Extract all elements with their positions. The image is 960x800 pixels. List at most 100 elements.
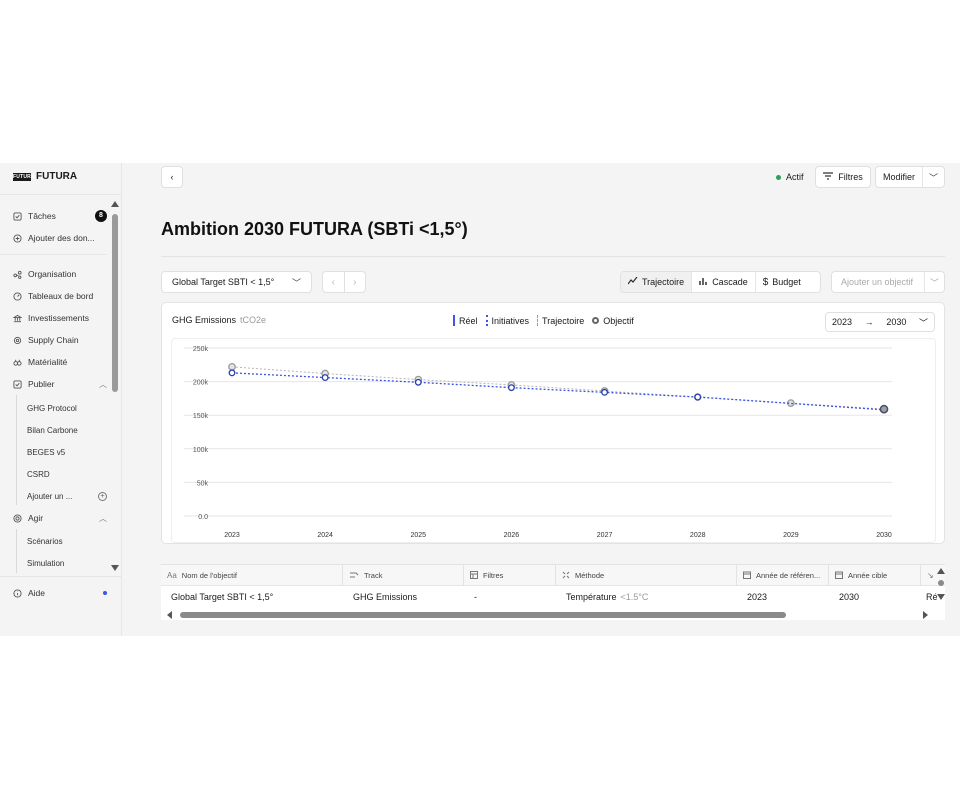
scroll-right-arrow[interactable] (923, 611, 928, 619)
plus-icon[interactable]: + (98, 491, 107, 501)
legend-swatch (592, 317, 600, 324)
column-label: Année cible (848, 571, 888, 580)
year-range-select[interactable]: 2023 → 2030 ﹀ (825, 312, 935, 332)
legend-item-initiatives[interactable]: Initiatives (485, 315, 530, 326)
scroll-up-arrow[interactable] (937, 568, 945, 574)
cell-target-year: 2030 (839, 592, 860, 602)
table-horizontal-scrollbar[interactable] (161, 610, 931, 619)
sidebar-item-publier[interactable]: Publier ︿ (13, 376, 107, 392)
sidebar-sub-beges[interactable]: BEGES v5 (27, 444, 107, 460)
cell-name[interactable]: Global Target SBTI < 1,5° (171, 592, 273, 602)
data-point-trajectoire (228, 362, 236, 371)
method-icon (562, 571, 570, 581)
target-select[interactable]: Global Target SBTI < 1,5° ﹀ (161, 271, 312, 293)
sidebar-item-supply-chain[interactable]: Supply Chain (13, 332, 107, 348)
sidebar: FUTURA FUTURA Tâches 8 Ajouter des don..… (0, 163, 122, 636)
scroll-thumb[interactable] (180, 612, 786, 618)
scroll-left-arrow[interactable] (167, 611, 172, 619)
column-header-method[interactable]: Méthode (556, 565, 737, 586)
data-point-initiatives (507, 384, 515, 392)
brand-logo: FUTURA (13, 172, 35, 181)
sidebar-sub-ghg-protocol[interactable]: GHG Protocol (27, 400, 107, 416)
text-icon: Aa (167, 571, 177, 580)
x-tick-label: 2027 (597, 532, 613, 539)
sidebar-item-dashboards[interactable]: Tableaux de bord (13, 288, 107, 304)
chevron-down-icon: ﹀ (924, 272, 944, 292)
checkbox-icon (13, 211, 22, 221)
trend-icon (627, 276, 638, 287)
column-header-more[interactable]: ↘ (921, 565, 937, 586)
sidebar-item-investments[interactable]: Investissements (13, 310, 107, 326)
column-header-track[interactable]: Track (343, 565, 464, 586)
sidebar-sub-label: Ajouter un ... (27, 491, 73, 501)
bank-icon (13, 314, 22, 323)
sidebar-sub-add-report[interactable]: Ajouter un ... + (27, 488, 107, 504)
dashboard-icon (13, 291, 22, 301)
sidebar-sub-simulation[interactable]: Simulation (27, 555, 107, 571)
legend-label: Initiatives (491, 315, 530, 326)
scroll-down-arrow[interactable] (111, 565, 119, 571)
brand-name: FUTURA (36, 171, 78, 182)
view-trajectoire[interactable]: Trajectoire (621, 272, 693, 292)
scroll-thumb[interactable] (938, 580, 944, 586)
legend-item-reel[interactable]: Réel (453, 315, 478, 326)
sidebar-item-label: Investissements (28, 313, 89, 323)
sidebar-item-organisation[interactable]: Organisation (13, 266, 107, 282)
filter-icon (823, 172, 834, 182)
prev-arrow-icon[interactable]: ‹ (323, 272, 345, 292)
trend-down-icon: ↘ (927, 571, 934, 580)
sidebar-item-taches[interactable]: Tâches 8 (13, 208, 107, 224)
legend-item-trajectoire[interactable]: Trajectoire (537, 315, 584, 326)
scroll-thumb[interactable] (112, 214, 118, 392)
chevron-down-icon[interactable]: ﹀ (922, 167, 944, 187)
view-label: Cascade (712, 277, 748, 287)
chevron-up-icon[interactable]: ︿ (99, 379, 107, 390)
scroll-down-arrow[interactable] (937, 594, 945, 600)
legend-item-objectif[interactable]: Objectif (592, 316, 634, 326)
data-point-initiatives (414, 378, 422, 386)
column-label: Filtres (483, 571, 504, 580)
sidebar-item-add-data[interactable]: Ajouter des don... (13, 230, 107, 246)
help-icon (13, 588, 22, 598)
add-objective-select[interactable]: Ajouter un objectif ﹀ (831, 271, 945, 293)
series-line-trajectoire (231, 366, 885, 410)
sidebar-item-label: Supply Chain (28, 335, 79, 345)
edit-button[interactable]: Modifier (876, 172, 915, 182)
chevron-down-icon: ﹀ (918, 317, 928, 328)
scroll-up-arrow[interactable] (111, 201, 119, 207)
sidebar-item-agir[interactable]: Agir ︿ (13, 510, 107, 526)
sidebar-item-label: Matérialité (28, 357, 68, 367)
sidebar-item-materiality[interactable]: Matérialité (13, 354, 107, 370)
legend-label: Trajectoire (542, 315, 585, 326)
column-header-ref-year[interactable]: Année de référen... (737, 565, 829, 586)
sidebar-item-label: Ajouter des don... (28, 233, 95, 243)
column-header-target-year[interactable]: Année cible (829, 565, 921, 586)
objective-marker (879, 404, 889, 414)
view-budget[interactable]: $ Budget (756, 272, 808, 292)
brand[interactable]: FUTURA FUTURA (13, 171, 77, 182)
chart-card: GHG Emissions tCO2e Réel Initiatives Traj… (161, 302, 945, 544)
sidebar-sub-csrd[interactable]: CSRD (27, 466, 107, 482)
calendar-icon (835, 571, 843, 581)
sidebar-divider (0, 254, 107, 255)
add-objective-placeholder: Ajouter un objectif (841, 277, 914, 287)
sidebar-sub-bilan-carbone[interactable]: Bilan Carbone (27, 422, 107, 438)
sidebar-scrollbar[interactable] (111, 201, 119, 571)
next-arrow-icon[interactable]: › (345, 272, 366, 292)
sidebar-sub-scenarios[interactable]: Scénarios (27, 533, 107, 549)
emissions-chart: 0.0 50k 100k 150k 200k 250k 2023 2024 2025 2026 20… (184, 346, 892, 539)
app-window: FUTURA FUTURA Tâches 8 Ajouter des don..… (0, 163, 960, 636)
view-cascade[interactable]: Cascade (692, 272, 756, 292)
column-header-filters[interactable]: Filtres (464, 565, 556, 586)
table-vertical-scrollbar[interactable] (936, 566, 945, 606)
back-button[interactable]: ‹ (161, 166, 183, 188)
column-header-name[interactable]: Aa Nom de l'objectif (161, 565, 343, 586)
chevron-up-icon[interactable]: ︿ (99, 513, 107, 524)
data-point-initiatives (601, 388, 609, 396)
y-tick-label: 0.0 (198, 514, 208, 521)
filters-label: Filtres (838, 172, 863, 182)
column-label: Track (364, 571, 383, 580)
filters-button[interactable]: Filtres (815, 166, 871, 188)
status-indicator: Actif (776, 172, 804, 182)
sidebar-item-aide[interactable]: Aide (13, 585, 107, 601)
